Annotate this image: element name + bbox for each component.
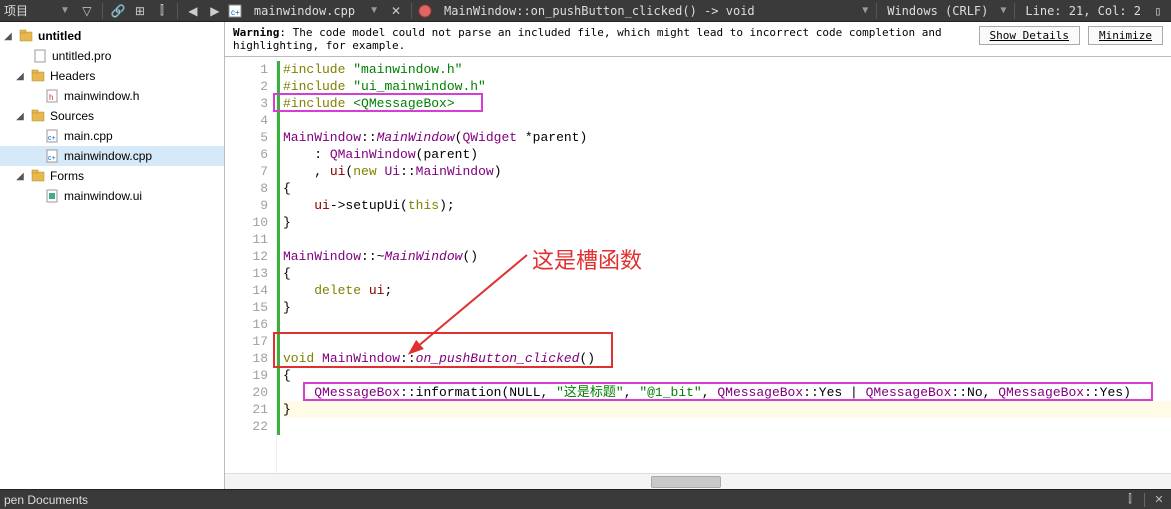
split-icon[interactable]: ⫿ (153, 2, 171, 20)
line-number: 19 (229, 367, 268, 384)
dropdown-icon[interactable]: ▼ (56, 5, 74, 16)
line-number: 3 (229, 95, 268, 112)
warning-bar: Warning: The code model could not parse … (225, 22, 1171, 57)
svg-text:c+: c+ (231, 8, 240, 17)
code-editor[interactable]: 1 2 3 4 5 6 7 8 9 10 11 12 13 14 15 16 1… (225, 57, 1171, 473)
tree-sources-label: Sources (50, 109, 224, 123)
func-icon (418, 4, 432, 18)
projects-label: 项目 (4, 2, 28, 19)
link-icon[interactable]: 🔗 (109, 2, 127, 20)
line-number: 14 (229, 282, 268, 299)
horizontal-scrollbar[interactable] (225, 473, 1171, 489)
bottom-bar: pen Documents ⫿ ✕ (0, 489, 1171, 509)
tree-header-label: mainwindow.h (64, 89, 224, 103)
tree-pro-file[interactable]: untitled.pro (0, 46, 224, 66)
folder-icon (30, 108, 46, 124)
add-icon[interactable]: ⊞ (131, 2, 149, 20)
side-panel-icon[interactable]: ▯ (1149, 2, 1167, 20)
open-documents-label[interactable]: pen Documents (4, 493, 88, 507)
top-toolbar: 项目 ▼ ▽ 🔗 ⊞ ⫿ ◀ ▶ c+ mainwindow.cpp ▼ ✕ M… (0, 0, 1171, 22)
line-number: 11 (229, 231, 268, 248)
breadcrumb-function[interactable]: MainWindow::on_pushButton_clicked() -> v… (438, 4, 761, 18)
line-gutter: 1 2 3 4 5 6 7 8 9 10 11 12 13 14 15 16 1… (225, 57, 277, 473)
split-bottom-icon[interactable]: ⫿ (1122, 492, 1138, 508)
line-number: 2 (229, 78, 268, 95)
tree-main-cpp-label: main.cpp (64, 129, 224, 143)
expand-icon[interactable]: ◢ (14, 111, 26, 122)
project-icon (18, 28, 34, 44)
file-dropdown-icon[interactable]: ▼ (365, 5, 383, 16)
project-tree[interactable]: ◢ untitled untitled.pro ◢ Headers h main… (0, 22, 225, 489)
svg-text:c+: c+ (48, 155, 56, 162)
tree-headers-label: Headers (50, 69, 224, 83)
line-number: 18 (229, 350, 268, 367)
breadcrumb-file[interactable]: mainwindow.cpp (248, 4, 361, 18)
ui-file-icon (44, 188, 60, 204)
tree-mainwindow-cpp[interactable]: c+ mainwindow.cpp (0, 146, 224, 166)
line-number: 16 (229, 316, 268, 333)
minimize-button[interactable]: Minimize (1088, 26, 1163, 45)
line-number: 5 (229, 129, 268, 146)
svg-text:c+: c+ (48, 135, 56, 142)
warning-text: Warning: The code model could not parse … (233, 26, 971, 52)
svg-text:h: h (49, 93, 53, 102)
tree-sources[interactable]: ◢ Sources (0, 106, 224, 126)
func-dropdown-icon[interactable]: ▼ (858, 5, 872, 16)
tree-root-label: untitled (38, 29, 224, 43)
line-number: 4 (229, 112, 268, 129)
line-number: 15 (229, 299, 268, 316)
cpp-file-icon: c+ (228, 4, 242, 18)
line-number: 1 (229, 61, 268, 78)
tree-headers[interactable]: ◢ Headers (0, 66, 224, 86)
cpp-file-icon: c+ (44, 128, 60, 144)
line-number: 10 (229, 214, 268, 231)
line-number: 17 (229, 333, 268, 350)
line-col-label[interactable]: Line: 21, Col: 2 (1019, 4, 1147, 18)
forward-icon[interactable]: ▶ (206, 2, 224, 20)
tree-forms-label: Forms (50, 169, 224, 183)
tree-pro-label: untitled.pro (52, 49, 224, 63)
tree-header-file[interactable]: h mainwindow.h (0, 86, 224, 106)
line-number: 20 (229, 384, 268, 401)
line-number: 21 (229, 401, 268, 418)
expand-icon[interactable]: ◢ (14, 171, 26, 182)
tree-mainwindow-cpp-label: mainwindow.cpp (64, 149, 224, 163)
line-number: 8 (229, 180, 268, 197)
folder-icon (30, 168, 46, 184)
folder-icon (30, 68, 46, 84)
tree-main-cpp[interactable]: c+ main.cpp (0, 126, 224, 146)
expand-icon[interactable]: ◢ (14, 71, 26, 82)
h-file-icon: h (44, 88, 60, 104)
close-file-icon[interactable]: ✕ (387, 2, 405, 20)
line-number: 22 (229, 418, 268, 435)
tree-forms[interactable]: ◢ Forms (0, 166, 224, 186)
line-number: 7 (229, 163, 268, 180)
line-number: 13 (229, 265, 268, 282)
pro-file-icon (32, 48, 48, 64)
expand-icon[interactable]: ◢ (2, 31, 14, 42)
code-content[interactable]: #include #include "mainwindow.h""mainwin… (277, 57, 1171, 473)
tree-root[interactable]: ◢ untitled (0, 26, 224, 46)
close-bottom-icon[interactable]: ✕ (1151, 492, 1167, 508)
line-number: 9 (229, 197, 268, 214)
filter-icon[interactable]: ▽ (78, 2, 96, 20)
back-icon[interactable]: ◀ (184, 2, 202, 20)
line-number: 12 (229, 248, 268, 265)
cpp-file-icon: c+ (44, 148, 60, 164)
encoding-label[interactable]: Windows (CRLF) (881, 4, 994, 18)
show-details-button[interactable]: Show Details (979, 26, 1080, 45)
tree-ui-file[interactable]: mainwindow.ui (0, 186, 224, 206)
scrollbar-thumb[interactable] (651, 476, 721, 488)
encoding-dropdown-icon[interactable]: ▼ (996, 5, 1010, 16)
editor-pane: Warning: The code model could not parse … (225, 22, 1171, 489)
line-number: 6 (229, 146, 268, 163)
tree-ui-label: mainwindow.ui (64, 189, 224, 203)
